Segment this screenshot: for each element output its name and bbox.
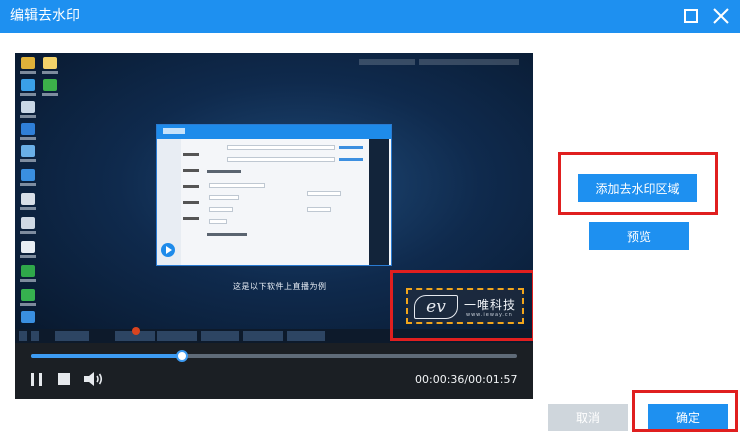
recorded-app-titlebar: [157, 125, 391, 139]
desktop-icon: [21, 101, 35, 113]
desktop-icon-label: [42, 71, 58, 74]
desktop-icon: [21, 169, 35, 181]
recorded-app-field: [209, 207, 233, 212]
recorded-app-nav: [183, 201, 199, 204]
desktop-icon-label: [20, 93, 36, 96]
desktop-icon: [43, 79, 57, 91]
desktop-icon: [43, 57, 57, 69]
desktop-icon-label: [42, 93, 58, 96]
desktop-icon-label: [20, 279, 36, 282]
recorded-app-nav: [183, 185, 199, 188]
desktop-icon-label: [20, 207, 36, 210]
desktop-icon: [21, 241, 35, 253]
recorded-app-link: [339, 158, 363, 161]
taskbar-item: [19, 331, 27, 341]
recorded-app-field: [227, 157, 335, 162]
recorded-app-text: [207, 233, 247, 236]
desktop-icon: [21, 57, 35, 69]
desktop-icon: [21, 123, 35, 135]
title-bar: 编辑去水印: [0, 0, 740, 33]
desktop-icon-label: [20, 255, 36, 258]
desktop-icon-label: [20, 159, 36, 162]
taskbar-item: [201, 331, 239, 341]
desktop-icon-label: [20, 183, 36, 186]
taskbar-item: [157, 331, 197, 341]
video-top-strip: [419, 59, 519, 65]
desktop-icon: [21, 311, 35, 323]
recorded-app-text: [207, 170, 241, 173]
desktop-icon: [21, 265, 35, 277]
desktop-icon: [21, 79, 35, 91]
recorded-app-play-icon: [161, 243, 175, 257]
desktop-icon-label: [20, 71, 36, 74]
taskbar-item: [55, 331, 89, 341]
add-button-highlight-box: [558, 152, 718, 215]
maximize-icon[interactable]: [684, 9, 698, 23]
stop-icon[interactable]: [58, 373, 70, 385]
desktop-icon-label: [20, 115, 36, 118]
video-top-strip: [359, 59, 415, 65]
recorded-app-nav: [183, 153, 199, 156]
recorded-app-link: [339, 146, 363, 149]
progress-fill: [31, 354, 182, 358]
recorded-app-field: [307, 207, 331, 212]
recorded-app-field: [209, 219, 227, 224]
preview-button[interactable]: 预览: [589, 222, 689, 250]
notification-badge: [132, 327, 140, 335]
confirm-button-highlight-box: [632, 390, 738, 432]
volume-icon[interactable]: [83, 371, 105, 387]
taskbar-item: [287, 331, 325, 341]
recorded-side-thumbnail: [369, 139, 389, 265]
recorded-app-field: [227, 145, 335, 150]
recorded-app-nav: [183, 217, 199, 220]
desktop-icon-label: [20, 231, 36, 234]
progress-bar[interactable]: [31, 350, 517, 362]
close-icon[interactable]: [711, 6, 731, 26]
desktop-icon-label: [20, 303, 36, 306]
recorded-app-field: [209, 195, 239, 200]
video-subtitle: 这是以下软件上直播为例: [233, 282, 327, 291]
progress-handle[interactable]: [175, 350, 188, 362]
cancel-button[interactable]: 取消: [548, 404, 628, 431]
pause-icon[interactable]: [29, 371, 45, 387]
window-title: 编辑去水印: [10, 8, 80, 24]
desktop-icon: [21, 217, 35, 229]
edit-watermark-window: 编辑去水印 这是以下软件上直播为例 ev 一唯科技 www.ieway.cn 0…: [0, 0, 740, 433]
recorded-app-field: [307, 191, 341, 196]
time-display: 00:00:36/00:01:57: [415, 373, 518, 386]
watermark-highlight-box: [390, 270, 533, 341]
desktop-icon: [21, 289, 35, 301]
desktop-icon-label: [20, 137, 36, 140]
taskbar-item: [31, 331, 39, 341]
recorded-app-nav: [183, 169, 199, 172]
taskbar-item: [243, 331, 283, 341]
recorded-app-window: [157, 125, 391, 265]
recorded-app-field: [209, 183, 265, 188]
desktop-icon: [21, 145, 35, 157]
desktop-icon: [21, 193, 35, 205]
video-player: 这是以下软件上直播为例 ev 一唯科技 www.ieway.cn 00:00:3…: [15, 53, 533, 399]
